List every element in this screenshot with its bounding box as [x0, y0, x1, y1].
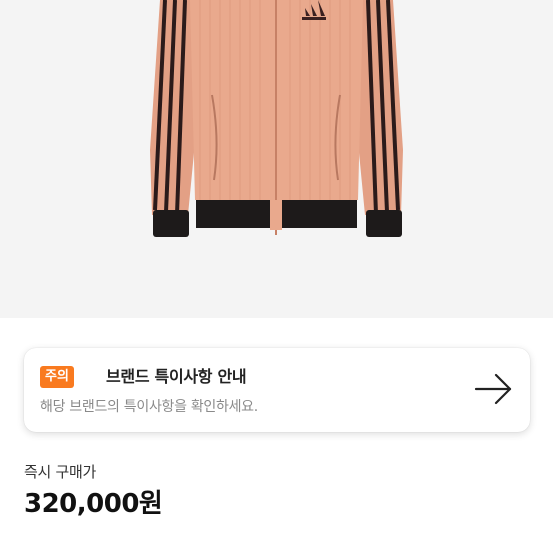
brand-notice-card[interactable]: 주의 브랜드 특이사항 안내 해당 브랜드의 특이사항을 확인하세요.	[24, 348, 530, 432]
arrow-right-icon[interactable]	[474, 372, 514, 406]
instant-buy-price: 320,000원	[24, 489, 163, 519]
jacket-illustration	[150, 0, 403, 237]
product-image[interactable]	[0, 0, 553, 318]
caution-badge: 주의	[40, 366, 74, 388]
instant-buy-label: 즉시 구매가	[24, 463, 96, 481]
notice-title: 브랜드 특이사항 안내	[106, 367, 247, 386]
notice-subtitle: 해당 브랜드의 특이사항을 확인하세요.	[40, 399, 258, 415]
